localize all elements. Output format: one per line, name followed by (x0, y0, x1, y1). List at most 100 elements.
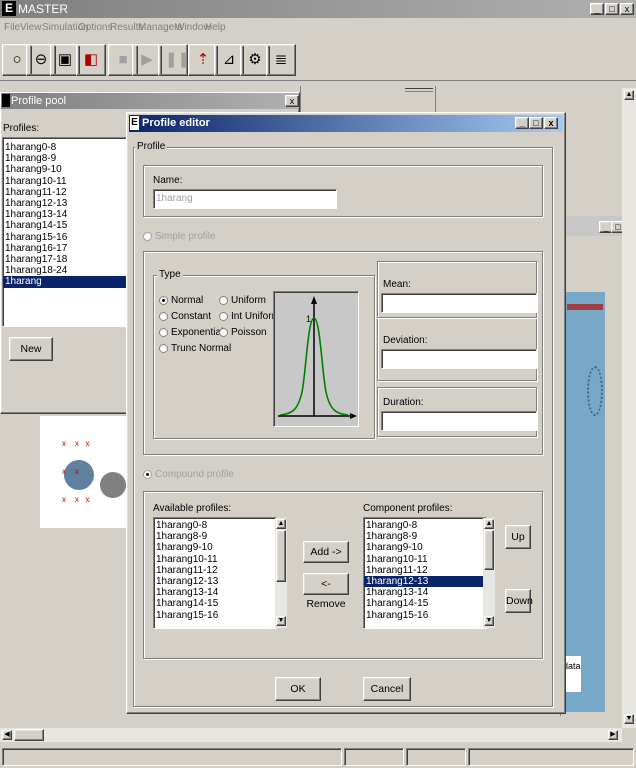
cancel-button[interactable]: Cancel (363, 677, 411, 701)
main-scroll-left-button[interactable]: ◀ (2, 730, 12, 740)
chart-document-icon: ⊿ (222, 51, 236, 68)
type-uniform-option[interactable]: Uniform (219, 295, 266, 306)
component-profiles-list-item[interactable]: 1harang11-12 (364, 565, 486, 576)
ok-button[interactable]: OK (275, 677, 321, 701)
profile-pool-list[interactable]: 1harang0-8 1harang8-9 1harang9-10 1harang10… (2, 137, 127, 327)
close-button[interactable]: x (620, 3, 634, 15)
available-profiles-list-item[interactable]: 1harang10-11 (154, 554, 276, 565)
available-profiles-list-item[interactable]: 1harang13-14 (154, 587, 276, 598)
profile-pool-list-item[interactable]: 1harang14-15 (3, 220, 126, 231)
component-profiles-list-item[interactable]: 1harang0-8 (364, 520, 486, 531)
profile-pool-list-item[interactable]: 1harang13-14 (3, 209, 126, 220)
app-logo-icon: E (2, 1, 16, 16)
main-horizontal-scrollbar[interactable]: ◀ ▶ (0, 728, 622, 742)
editor-maximize-button[interactable]: □ (529, 117, 543, 129)
type-trunc-normal-radio[interactable] (159, 343, 168, 353)
type-exponential-radio[interactable] (159, 327, 168, 337)
compound-profile-label: Compound profile (155, 469, 234, 480)
available-scrollbar[interactable]: ▲ ▼ (275, 518, 287, 628)
menu-view[interactable]: View (20, 22, 42, 33)
type-poisson-option[interactable]: Poisson (219, 327, 267, 338)
component-profiles-list-item[interactable]: 1harang15-16 (364, 610, 486, 621)
editor-close-button[interactable]: x (544, 117, 558, 129)
component-scrollbar[interactable]: ▲ ▼ (483, 518, 495, 628)
available-profiles-list-item[interactable]: 1harang11-12 (154, 565, 276, 576)
background-window-divider (405, 88, 433, 92)
profile-pool-list-item[interactable]: 1harang11-12 (3, 187, 126, 198)
type-constant-radio[interactable] (159, 311, 168, 321)
toolbar-list-button[interactable]: ≣ (266, 44, 296, 76)
editor-minimize-button[interactable]: _ (515, 117, 529, 129)
mean-divider (377, 317, 537, 319)
deviation-input[interactable] (381, 349, 537, 369)
type-normal-radio[interactable] (159, 295, 168, 305)
profile-pool-list-item[interactable]: 1harang15-16 (3, 232, 126, 243)
simple-profile-radio[interactable] (143, 231, 152, 241)
toolbar-save-as-button[interactable]: ◧ (76, 44, 106, 76)
component-profiles-list-item[interactable]: 1harang10-11 (364, 554, 486, 565)
component-profiles-list-item[interactable]: 1harang14-15 (364, 598, 486, 609)
maximize-button[interactable]: □ (605, 3, 619, 15)
component-profiles-list[interactable]: 1harang0-8 1harang8-9 1harang9-10 1harang10… (363, 517, 487, 629)
profile-editor-logo-icon: E (130, 116, 139, 130)
type-int-uniform-radio[interactable] (219, 311, 228, 321)
available-profiles-list-item[interactable]: 1harang14-15 (154, 598, 276, 609)
new-profile-button[interactable]: New (9, 337, 53, 361)
type-poisson-radio[interactable] (219, 327, 228, 337)
component-profiles-list-item[interactable]: 1harang9-10 (364, 542, 486, 553)
component-scroll-up-button[interactable]: ▲ (484, 519, 494, 529)
available-profiles-list-item[interactable]: 1harang9-10 (154, 542, 276, 553)
component-profiles-list-item[interactable]: 1harang12-13 (364, 576, 486, 588)
minimize-button[interactable]: _ (590, 3, 604, 15)
up-button[interactable]: Up (505, 525, 531, 549)
profile-pool-close-button[interactable]: x (285, 95, 299, 107)
name-input[interactable]: 1harang (153, 189, 337, 209)
mean-input[interactable] (381, 293, 537, 313)
menu-help[interactable]: Help (205, 22, 226, 33)
available-profiles-list-item[interactable]: 1harang15-16 (154, 610, 276, 621)
floppy-icon: ▣ (57, 51, 73, 68)
profile-pool-list-item[interactable]: 1harang10-11 (3, 176, 126, 187)
compound-profile-option[interactable]: Compound profile (143, 469, 234, 480)
available-scroll-thumb[interactable] (276, 530, 286, 582)
profile-pool-list-item[interactable]: 1harang17-18 (3, 254, 126, 265)
type-uniform-radio[interactable] (219, 295, 228, 305)
type-constant-option[interactable]: Constant (159, 311, 211, 322)
profile-pool-list-item[interactable]: 1harang (3, 276, 126, 288)
type-normal-option[interactable]: Normal (159, 295, 203, 306)
profile-pool-list-item[interactable]: 1harang9-10 (3, 164, 126, 175)
menu-file[interactable]: File (4, 22, 20, 33)
remove-button[interactable]: <- Remove (303, 573, 349, 610)
type-trunc-normal-label: Trunc Normal (171, 343, 232, 354)
available-profiles-list-item[interactable]: 1harang8-9 (154, 531, 276, 542)
profile-pool-list-item[interactable]: 1harang8-9 (3, 153, 126, 164)
type-exponential-option[interactable]: Exponential (159, 327, 223, 338)
menu-options[interactable]: Options (78, 22, 112, 33)
add-button[interactable]: Add -> (303, 541, 349, 563)
type-int-uniform-option[interactable]: Int Uniform (219, 311, 280, 322)
available-profiles-list-item[interactable]: 1harang0-8 (154, 520, 276, 531)
main-scroll-down-button[interactable]: ▼ (624, 714, 634, 724)
profile-pool-list-item[interactable]: 1harang16-17 (3, 243, 126, 254)
available-profiles-list[interactable]: 1harang0-8 1harang8-9 1harang9-10 1harang10… (153, 517, 277, 629)
main-vertical-scrollbar[interactable]: ▲ ▼ (622, 88, 636, 728)
toolbar-pause-button[interactable]: ❚❚ (158, 44, 190, 76)
compound-profile-radio[interactable] (143, 469, 152, 479)
duration-input[interactable] (381, 411, 537, 431)
down-button[interactable]: Down (505, 589, 533, 613)
main-scroll-right-button[interactable]: ▶ (608, 730, 618, 740)
profile-pool-list-item[interactable]: 1harang0-8 (3, 142, 126, 153)
available-scroll-down-button[interactable]: ▼ (276, 616, 286, 626)
profile-pool-list-item[interactable]: 1harang18-24 (3, 265, 126, 276)
type-trunc-normal-option[interactable]: Trunc Normal (159, 343, 231, 354)
component-scroll-down-button[interactable]: ▼ (484, 616, 494, 626)
main-scroll-thumb[interactable] (14, 729, 44, 741)
available-profiles-list-item[interactable]: 1harang12-13 (154, 576, 276, 587)
simple-profile-option[interactable]: Simple profile (143, 231, 216, 242)
profile-pool-list-item[interactable]: 1harang12-13 (3, 198, 126, 209)
main-scroll-up-button[interactable]: ▲ (624, 90, 634, 100)
component-profiles-list-item[interactable]: 1harang13-14 (364, 587, 486, 598)
component-scroll-thumb[interactable] (484, 530, 494, 570)
available-scroll-up-button[interactable]: ▲ (276, 519, 286, 529)
component-profiles-list-item[interactable]: 1harang8-9 (364, 531, 486, 542)
